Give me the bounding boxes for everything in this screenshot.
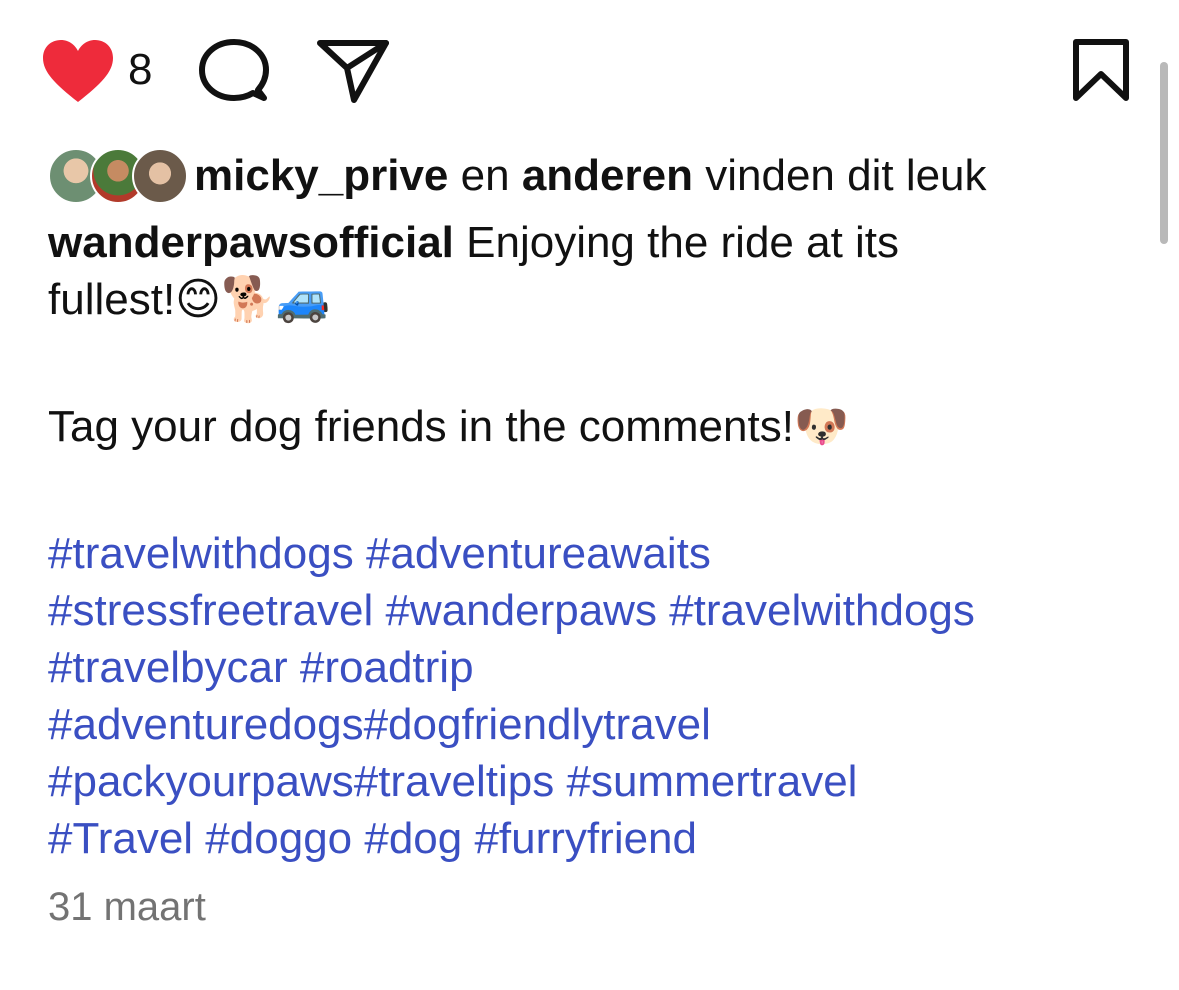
heart-icon[interactable] — [41, 38, 115, 104]
avatar[interactable] — [132, 148, 188, 204]
hashtag-line[interactable]: #Travel #doggo #dog #furryfriend — [48, 810, 1138, 867]
hashtag-line[interactable]: #stressfreetravel #wanderpaws #travelwit… — [48, 582, 1138, 639]
liker-avatars[interactable] — [48, 148, 188, 204]
post-date: 31 maart — [48, 885, 206, 929]
bookmark-icon[interactable] — [1072, 38, 1130, 102]
likes-text: micky_prive en anderen vinden dit leuk — [194, 150, 987, 202]
caption-text-line: Tag your dog friends in the comments!🐶 — [48, 402, 849, 451]
liker-username[interactable]: micky_prive — [194, 151, 448, 200]
share-icon[interactable] — [316, 38, 390, 104]
author-username[interactable]: wanderpawsofficial — [48, 218, 454, 267]
hashtag-line[interactable]: #travelwithdogs #adventureawaits — [48, 525, 1138, 582]
hashtag-line[interactable]: #packyourpaws#traveltips #summertravel — [48, 753, 1138, 810]
caption-text-line: fullest!😊🐕🚙 — [48, 275, 331, 324]
like-count[interactable]: 8 — [128, 44, 152, 96]
post-action-bar: 8 — [0, 0, 1179, 120]
likes-others-link[interactable]: anderen — [522, 151, 693, 200]
likes-suffix: vinden dit leuk — [705, 151, 987, 200]
comment-icon[interactable] — [198, 38, 270, 104]
hashtag-line[interactable]: #adventuredogs#dogfriendlytravel — [48, 696, 1138, 753]
hashtag-block: #travelwithdogs #adventureawaits #stress… — [48, 525, 1138, 867]
post-caption: wanderpawsofficial Enjoying the ride at … — [48, 214, 1138, 867]
likes-conj: en — [460, 151, 510, 200]
hashtag-line[interactable]: #travelbycar #roadtrip — [48, 639, 1138, 696]
likes-summary: micky_prive en anderen vinden dit leuk — [48, 146, 987, 206]
scrollbar[interactable] — [1160, 62, 1168, 244]
caption-text: Enjoying the ride at its — [466, 218, 900, 267]
caption-line: wanderpawsofficial Enjoying the ride at … — [48, 214, 1138, 271]
